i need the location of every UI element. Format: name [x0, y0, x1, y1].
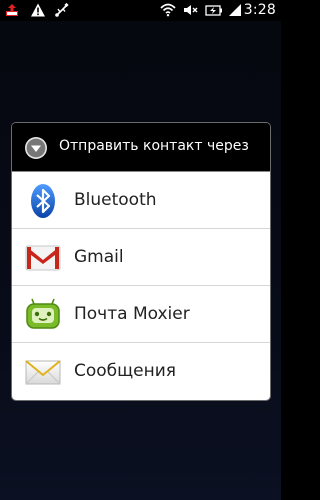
- chevron-down-circle-icon: [25, 137, 47, 159]
- share-target-list: Bluetooth Gmail Почта Moxier Сообщения: [12, 172, 270, 400]
- item-label-messages: Сообщения: [74, 361, 177, 381]
- list-item-moxier[interactable]: Почта Moxier: [12, 286, 270, 343]
- item-label-moxier: Почта Moxier: [74, 304, 190, 324]
- messages-envelope-icon: [25, 360, 61, 385]
- upload-notification-icon: [6, 4, 18, 16]
- signal-icon: [229, 4, 241, 16]
- wifi-icon: [160, 3, 176, 17]
- gmail-icon: [25, 245, 61, 271]
- warning-icon: [31, 3, 45, 17]
- item-label-gmail: Gmail: [74, 247, 124, 267]
- list-item-messages[interactable]: Сообщения: [12, 343, 270, 399]
- dialog-title: Отправить контакт через: [59, 138, 249, 154]
- item-label-bluetooth: Bluetooth: [74, 190, 157, 210]
- battery-charging-icon: [205, 5, 222, 16]
- bluetooth-icon: [31, 184, 55, 218]
- status-time: 3:28: [243, 2, 276, 18]
- list-item-gmail[interactable]: Gmail: [12, 229, 270, 286]
- mute-icon: [184, 5, 198, 15]
- moxier-mail-icon: [26, 298, 60, 329]
- status-bar: 3:28: [0, 0, 281, 21]
- usb-icon: [55, 2, 69, 17]
- list-item-bluetooth[interactable]: Bluetooth: [12, 172, 270, 229]
- dialog-header: Отправить контакт через: [12, 123, 270, 172]
- share-contact-dialog: Отправить контакт через Bluetooth Gmail …: [12, 123, 270, 400]
